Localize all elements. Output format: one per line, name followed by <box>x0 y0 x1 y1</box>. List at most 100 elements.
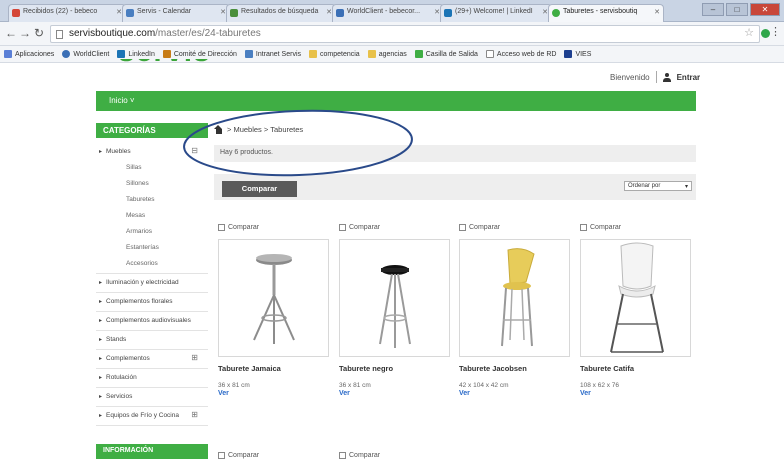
compare-checkbox[interactable]: Comparar <box>339 221 452 233</box>
url-input[interactable]: servisboutique.com/master/es/24-taburete… <box>50 25 760 43</box>
bookmark-item[interactable]: LinkedIn <box>117 50 155 58</box>
worldclient-icon <box>336 9 344 17</box>
welcome-text: Bienvenido <box>610 72 650 82</box>
user-icon <box>662 72 671 82</box>
info-heading: INFORMACIÓN <box>96 444 208 459</box>
reload-icon[interactable]: ↻ <box>32 26 46 40</box>
compare-checkbox[interactable]: Comparar <box>580 221 693 233</box>
maximize-icon[interactable]: □ <box>726 3 748 16</box>
category-item[interactable]: Rotulación <box>96 369 208 388</box>
bookmark-item[interactable]: VIES <box>564 50 591 58</box>
compare-checkbox[interactable]: Comparar <box>218 221 331 233</box>
expand-icon[interactable]: ⊞ <box>191 354 198 362</box>
home-icon[interactable] <box>214 125 223 134</box>
login-link[interactable]: Entrar <box>677 73 701 82</box>
categories-heading: CATEGORÍAS <box>96 123 208 138</box>
bookmark-folder[interactable]: competencia <box>309 50 360 58</box>
browser-tab[interactable]: Resultados de búsqueda ✕ <box>226 4 336 22</box>
subcategory-item[interactable]: Armarios <box>96 225 208 241</box>
product-dimensions: 108 x 62 x 76 <box>580 382 620 389</box>
compare-checkbox[interactable]: Comparar <box>459 221 572 233</box>
subcategory-item[interactable]: Estanterías <box>96 241 208 257</box>
browser-tab[interactable]: WorldClient - bebecor... ✕ <box>332 4 444 22</box>
bookmark-item[interactable]: Comité de Dirección <box>162 50 237 58</box>
compare-button[interactable]: Comparar <box>222 181 297 197</box>
site-logo[interactable]: servis <box>118 59 228 73</box>
view-link[interactable]: Ver <box>339 390 452 397</box>
minimize-icon[interactable]: – <box>702 3 724 16</box>
product-toolbar: Comparar Ordenar por ▾ <box>214 174 696 200</box>
product-name[interactable]: Taburete Jacobsen <box>459 364 572 373</box>
subcategory-item[interactable]: Accesorios <box>96 257 208 274</box>
bookmark-item[interactable]: Intranet Servis <box>244 50 301 58</box>
bookmark-item[interactable]: Acceso web de RD <box>485 50 556 58</box>
product-name[interactable]: Taburete negro <box>339 364 452 373</box>
folder-icon <box>367 50 376 58</box>
close-window-icon[interactable]: ✕ <box>750 3 780 16</box>
product-name[interactable]: Taburete Catifa <box>580 364 693 373</box>
view-link[interactable]: Ver <box>459 390 572 397</box>
product-image[interactable] <box>218 239 329 357</box>
compare-checkbox[interactable]: Comparar <box>339 452 380 459</box>
product-dimensions: 36 x 81 cm <box>218 382 250 389</box>
category-item[interactable]: Iluminación y electricidad <box>96 274 208 293</box>
folder-icon <box>309 50 318 58</box>
gmail-icon <box>12 9 20 17</box>
product-image[interactable] <box>580 239 691 357</box>
dropdown-arrow-icon: ▾ <box>684 184 688 190</box>
subcategory-item[interactable]: Taburetes <box>96 193 208 209</box>
product-image[interactable] <box>339 239 450 357</box>
collapse-icon[interactable]: ⊟ <box>191 147 198 155</box>
browser-tab-active[interactable]: Taburetes - servisboutiq ✕ <box>548 4 664 22</box>
close-tab-icon[interactable]: ✕ <box>654 8 660 16</box>
category-item[interactable]: Equipos de Frío y Cocina⊞ <box>96 407 208 426</box>
menu-icon[interactable]: ⋮ <box>770 25 781 38</box>
bookmark-folder[interactable]: agencias <box>367 50 407 58</box>
category-item[interactable]: Servicios <box>96 388 208 407</box>
document-icon <box>162 50 171 58</box>
page-icon <box>485 50 494 58</box>
view-link[interactable]: Ver <box>580 390 693 397</box>
category-item[interactable]: Complementos⊞ <box>96 350 208 369</box>
extension-icon[interactable] <box>761 29 770 38</box>
subcategory-item[interactable]: Sillones <box>96 177 208 193</box>
back-icon[interactable]: ← <box>4 26 18 40</box>
browser-tab[interactable]: (29+) Welcome! | LinkedI ✕ <box>440 4 552 22</box>
page-icon <box>56 30 63 39</box>
product-dimensions: 42 x 104 x 42 cm <box>459 382 509 389</box>
product-name[interactable]: Taburete Jamaica <box>218 364 331 373</box>
compare-checkbox[interactable]: Comparar <box>218 452 259 459</box>
forward-icon[interactable]: → <box>18 26 32 40</box>
product-card: Comparar Taburete Jamaica 36 x 81 cm Ver <box>218 221 331 397</box>
category-item[interactable]: Stands <box>96 331 208 350</box>
stool-jamaica-image <box>253 254 295 344</box>
product-count: Hay 6 productos. <box>214 145 696 162</box>
nav-home[interactable]: Inicio ˅ <box>109 96 135 105</box>
browser-tab[interactable]: Recibidos (22) - bebeco ✕ <box>8 4 126 22</box>
product-image[interactable] <box>459 239 570 357</box>
subcategory-item[interactable]: Sillas <box>96 161 208 177</box>
view-link[interactable]: Ver <box>218 390 331 397</box>
bookmark-star-icon[interactable]: ☆ <box>744 26 754 39</box>
worldclient-icon <box>62 50 71 58</box>
category-item[interactable]: Complementos audiovisuales <box>96 312 208 331</box>
apps-icon <box>4 50 12 58</box>
stool-black-image <box>379 265 411 348</box>
bookmark-item[interactable]: Aplicaciones <box>4 50 54 58</box>
linkedin-icon <box>444 9 452 17</box>
expand-icon[interactable]: ⊞ <box>191 411 198 419</box>
product-card: Comparar Taburete Jacobsen 42 x 104 x 42… <box>459 221 572 397</box>
calendar-icon <box>126 9 134 17</box>
category-item[interactable]: Complementos florales <box>96 293 208 312</box>
category-muebles[interactable]: Muebles⊟ <box>96 143 208 161</box>
bookmark-item[interactable]: WorldClient <box>62 50 109 58</box>
window-controls: – □ ✕ <box>702 3 780 16</box>
product-dimensions: 36 x 81 cm <box>339 382 371 389</box>
bookmark-item[interactable]: Casilla de Salida <box>414 50 478 58</box>
servis-icon <box>552 9 560 17</box>
browser-tab[interactable]: Servis - Calendar ✕ <box>122 4 230 22</box>
mail-icon <box>414 50 423 58</box>
sort-select[interactable]: Ordenar por ▾ <box>624 181 692 191</box>
subcategory-item[interactable]: Mesas <box>96 209 208 225</box>
stool-catifa-image <box>610 242 664 353</box>
